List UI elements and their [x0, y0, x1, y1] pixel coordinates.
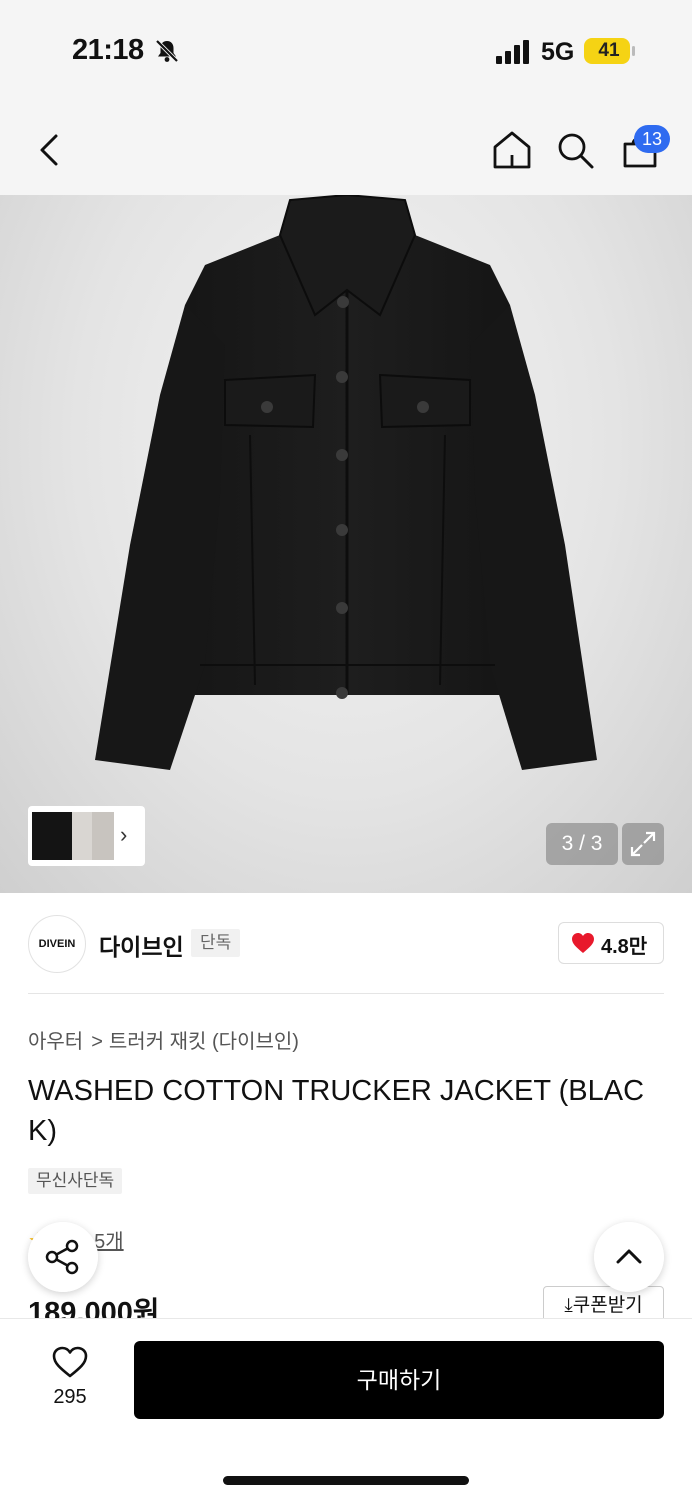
- signal-icon: [496, 40, 529, 64]
- product-jacket-image: [95, 195, 597, 770]
- battery-level: 41: [598, 40, 620, 61]
- home-icon[interactable]: [490, 128, 534, 172]
- exclusive-badge: 무신사단독: [28, 1168, 123, 1194]
- search-icon[interactable]: [553, 128, 597, 172]
- thumbnail-image[interactable]: [32, 812, 74, 860]
- thumbnail-image[interactable]: [72, 812, 92, 860]
- product-image-gallery[interactable]: [0, 195, 692, 893]
- brand-logo[interactable]: DIVEIN: [28, 915, 86, 973]
- scroll-top-icon[interactable]: [594, 1222, 664, 1292]
- back-arrow-icon[interactable]: [30, 128, 74, 172]
- status-time: 21:18: [72, 34, 144, 66]
- chevron-right-icon[interactable]: ›: [120, 822, 127, 848]
- breadcrumb-item[interactable]: 아우터: [28, 1031, 83, 1053]
- share-icon[interactable]: [28, 1222, 98, 1292]
- divider: [28, 993, 664, 994]
- buy-button[interactable]: 구매하기: [134, 1341, 664, 1419]
- download-icon: ⤓: [564, 1295, 573, 1316]
- brand-like-count: 4.8만: [601, 936, 648, 958]
- breadcrumb-separator: >: [91, 1031, 103, 1053]
- thumbnail-image[interactable]: [92, 812, 114, 860]
- breadcrumb-item[interactable]: 트러커 재킷 (다이브인): [109, 1031, 299, 1053]
- cart-count-badge: 13: [634, 125, 670, 153]
- product-title: WASHED COTTON TRUCKER JACKET (BLACK): [28, 1075, 645, 1147]
- heart-filled-icon: [572, 933, 594, 953]
- wishlist-count: 295: [53, 1386, 87, 1408]
- brand-exclusive-tag: 단독: [191, 929, 241, 957]
- expand-icon[interactable]: [622, 823, 664, 865]
- brand-name[interactable]: 다이브인: [99, 928, 184, 962]
- breadcrumb: 아우터 > 트러커 재킷 (다이브인): [28, 1025, 299, 1054]
- bell-off-icon: [155, 39, 179, 63]
- home-indicator: [223, 1476, 469, 1485]
- image-page-counter: 3 / 3: [546, 823, 618, 865]
- coupon-button-label: 쿠폰받기: [572, 1295, 643, 1316]
- heart-outline-icon[interactable]: [51, 1345, 89, 1379]
- network-type: 5G: [541, 38, 575, 66]
